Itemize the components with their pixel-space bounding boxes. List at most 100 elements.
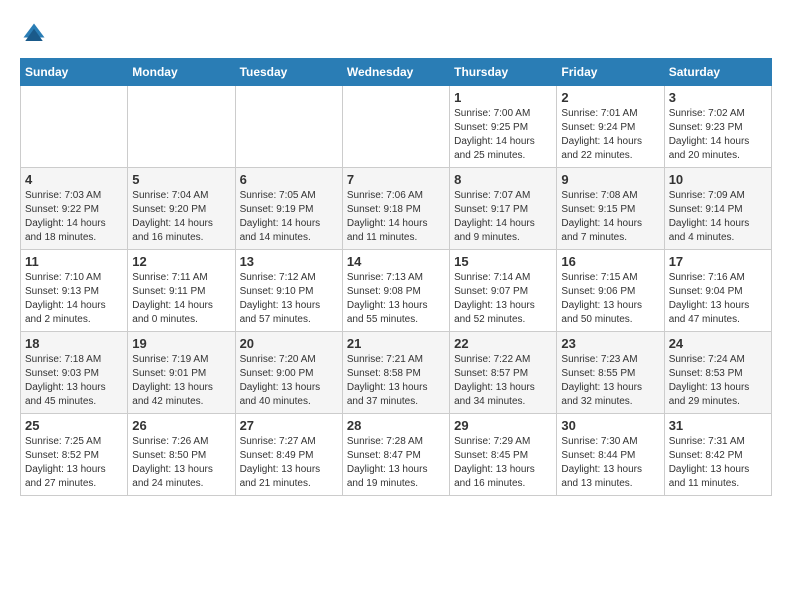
calendar-cell: 9Sunrise: 7:08 AM Sunset: 9:15 PM Daylig… — [557, 168, 664, 250]
day-number: 28 — [347, 418, 445, 433]
calendar-cell: 27 Sunrise: 7:27 AM Sunset: 8:49 PM Dayli… — [235, 414, 342, 496]
calendar-cell: 26 Sunrise: 7:26 AM Sunset: 8:50 PM Dayli… — [128, 414, 235, 496]
header-day-saturday: Saturday — [664, 59, 771, 86]
calendar-cell: 8 Sunrise: 7:07 AM Sunset: 9:17 PM Daylig… — [450, 168, 557, 250]
week-row-3: 18 Sunrise: 7:18 AM Sunset: 9:03 PM Dayli… — [21, 332, 772, 414]
day-info: Sunrise: 7:14 AM Sunset: 9:07 PM Dayligh… — [454, 271, 552, 327]
calendar-cell: 7 Sunrise: 7:06 AM Sunset: 9:18 PM Daylig… — [342, 168, 449, 250]
day-number: 23 — [561, 336, 659, 351]
day-number: 31 — [669, 418, 767, 433]
day-info: Sunrise: 7:26 AM Sunset: 8:50 PM Dayligh… — [132, 435, 230, 491]
day-number: 29 — [454, 418, 552, 433]
day-info: Sunrise: 7:09 AM Sunset: 9:14 PM Dayligh… — [669, 189, 767, 245]
day-info: Sunrise: 7:18 AM Sunset: 9:03 PM Dayligh… — [25, 353, 123, 409]
day-number: 14 — [347, 254, 445, 269]
calendar-cell: 1Sunrise: 7:00 AM Sunset: 9:25 PM Daylig… — [450, 86, 557, 168]
day-info: Sunrise: 7:13 AM Sunset: 9:08 PM Dayligh… — [347, 271, 445, 327]
calendar-cell: 25 Sunrise: 7:25 AM Sunset: 8:52 PM Dayli… — [21, 414, 128, 496]
day-info: Sunrise: 7:02 AM Sunset: 9:23 PM Dayligh… — [669, 107, 767, 163]
calendar-cell — [21, 86, 128, 168]
day-info: Sunrise: 7:15 AM Sunset: 9:06 PM Dayligh… — [561, 271, 659, 327]
day-info: Sunrise: 7:29 AM Sunset: 8:45 PM Dayligh… — [454, 435, 552, 491]
day-number: 11 — [25, 254, 123, 269]
header-day-friday: Friday — [557, 59, 664, 86]
calendar-cell: 6 Sunrise: 7:05 AM Sunset: 9:19 PM Daylig… — [235, 168, 342, 250]
calendar-cell: 4Sunrise: 7:03 AM Sunset: 9:22 PM Daylig… — [21, 168, 128, 250]
day-number: 24 — [669, 336, 767, 351]
calendar-cell: 2 Sunrise: 7:01 AM Sunset: 9:24 PM Daylig… — [557, 86, 664, 168]
day-number: 21 — [347, 336, 445, 351]
calendar-cell: 17 Sunrise: 7:16 AM Sunset: 9:04 PM Dayli… — [664, 250, 771, 332]
day-number: 15 — [454, 254, 552, 269]
week-row-0: 1Sunrise: 7:00 AM Sunset: 9:25 PM Daylig… — [21, 86, 772, 168]
header-day-thursday: Thursday — [450, 59, 557, 86]
day-info: Sunrise: 7:21 AM Sunset: 8:58 PM Dayligh… — [347, 353, 445, 409]
day-number: 25 — [25, 418, 123, 433]
header-day-wednesday: Wednesday — [342, 59, 449, 86]
header-day-sunday: Sunday — [21, 59, 128, 86]
calendar-cell: 23 Sunrise: 7:23 AM Sunset: 8:55 PM Dayli… — [557, 332, 664, 414]
day-number: 12 — [132, 254, 230, 269]
day-info: Sunrise: 7:28 AM Sunset: 8:47 PM Dayligh… — [347, 435, 445, 491]
day-number: 10 — [669, 172, 767, 187]
day-number: 17 — [669, 254, 767, 269]
day-number: 1 — [454, 90, 552, 105]
day-number: 7 — [347, 172, 445, 187]
calendar-cell: 30Sunrise: 7:30 AM Sunset: 8:44 PM Dayli… — [557, 414, 664, 496]
calendar-cell: 22 Sunrise: 7:22 AM Sunset: 8:57 PM Dayli… — [450, 332, 557, 414]
calendar-cell: 11 Sunrise: 7:10 AM Sunset: 9:13 PM Dayli… — [21, 250, 128, 332]
day-info: Sunrise: 7:03 AM Sunset: 9:22 PM Dayligh… — [25, 189, 123, 245]
day-info: Sunrise: 7:12 AM Sunset: 9:10 PM Dayligh… — [240, 271, 338, 327]
day-info: Sunrise: 7:06 AM Sunset: 9:18 PM Dayligh… — [347, 189, 445, 245]
day-info: Sunrise: 7:31 AM Sunset: 8:42 PM Dayligh… — [669, 435, 767, 491]
day-info: Sunrise: 7:22 AM Sunset: 8:57 PM Dayligh… — [454, 353, 552, 409]
page-header — [20, 20, 772, 48]
day-number: 27 — [240, 418, 338, 433]
day-number: 22 — [454, 336, 552, 351]
calendar-cell: 10 Sunrise: 7:09 AM Sunset: 9:14 PM Dayli… — [664, 168, 771, 250]
calendar-cell: 3 Sunrise: 7:02 AM Sunset: 9:23 PM Daylig… — [664, 86, 771, 168]
calendar-cell: 18 Sunrise: 7:18 AM Sunset: 9:03 PM Dayli… — [21, 332, 128, 414]
calendar-cell: 15 Sunrise: 7:14 AM Sunset: 9:07 PM Dayli… — [450, 250, 557, 332]
day-info: Sunrise: 7:25 AM Sunset: 8:52 PM Dayligh… — [25, 435, 123, 491]
day-number: 6 — [240, 172, 338, 187]
calendar-cell — [235, 86, 342, 168]
calendar-cell — [342, 86, 449, 168]
day-number: 19 — [132, 336, 230, 351]
day-info: Sunrise: 7:16 AM Sunset: 9:04 PM Dayligh… — [669, 271, 767, 327]
calendar-cell: 12Sunrise: 7:11 AM Sunset: 9:11 PM Dayli… — [128, 250, 235, 332]
day-number: 8 — [454, 172, 552, 187]
logo — [20, 20, 52, 48]
day-number: 18 — [25, 336, 123, 351]
week-row-2: 11 Sunrise: 7:10 AM Sunset: 9:13 PM Dayli… — [21, 250, 772, 332]
day-number: 26 — [132, 418, 230, 433]
day-info: Sunrise: 7:23 AM Sunset: 8:55 PM Dayligh… — [561, 353, 659, 409]
day-info: Sunrise: 7:30 AM Sunset: 8:44 PM Dayligh… — [561, 435, 659, 491]
calendar-cell: 14 Sunrise: 7:13 AM Sunset: 9:08 PM Dayli… — [342, 250, 449, 332]
header-day-tuesday: Tuesday — [235, 59, 342, 86]
day-info: Sunrise: 7:07 AM Sunset: 9:17 PM Dayligh… — [454, 189, 552, 245]
calendar-cell: 28 Sunrise: 7:28 AM Sunset: 8:47 PM Dayli… — [342, 414, 449, 496]
week-row-1: 4Sunrise: 7:03 AM Sunset: 9:22 PM Daylig… — [21, 168, 772, 250]
calendar-cell: 24 Sunrise: 7:24 AM Sunset: 8:53 PM Dayli… — [664, 332, 771, 414]
header-row: SundayMondayTuesdayWednesdayThursdayFrid… — [21, 59, 772, 86]
day-info: Sunrise: 7:19 AM Sunset: 9:01 PM Dayligh… — [132, 353, 230, 409]
day-info: Sunrise: 7:05 AM Sunset: 9:19 PM Dayligh… — [240, 189, 338, 245]
day-info: Sunrise: 7:10 AM Sunset: 9:13 PM Dayligh… — [25, 271, 123, 327]
calendar-cell: 13 Sunrise: 7:12 AM Sunset: 9:10 PM Dayli… — [235, 250, 342, 332]
calendar-table: SundayMondayTuesdayWednesdayThursdayFrid… — [20, 58, 772, 496]
calendar-cell — [128, 86, 235, 168]
day-info: Sunrise: 7:27 AM Sunset: 8:49 PM Dayligh… — [240, 435, 338, 491]
calendar-cell: 5Sunrise: 7:04 AM Sunset: 9:20 PM Daylig… — [128, 168, 235, 250]
day-info: Sunrise: 7:24 AM Sunset: 8:53 PM Dayligh… — [669, 353, 767, 409]
header-day-monday: Monday — [128, 59, 235, 86]
day-number: 2 — [561, 90, 659, 105]
calendar-cell: 21 Sunrise: 7:21 AM Sunset: 8:58 PM Dayli… — [342, 332, 449, 414]
day-number: 13 — [240, 254, 338, 269]
day-info: Sunrise: 7:01 AM Sunset: 9:24 PM Dayligh… — [561, 107, 659, 163]
calendar-cell: 20Sunrise: 7:20 AM Sunset: 9:00 PM Dayli… — [235, 332, 342, 414]
calendar-cell: 19 Sunrise: 7:19 AM Sunset: 9:01 PM Dayli… — [128, 332, 235, 414]
week-row-4: 25 Sunrise: 7:25 AM Sunset: 8:52 PM Dayli… — [21, 414, 772, 496]
day-number: 5 — [132, 172, 230, 187]
day-number: 3 — [669, 90, 767, 105]
